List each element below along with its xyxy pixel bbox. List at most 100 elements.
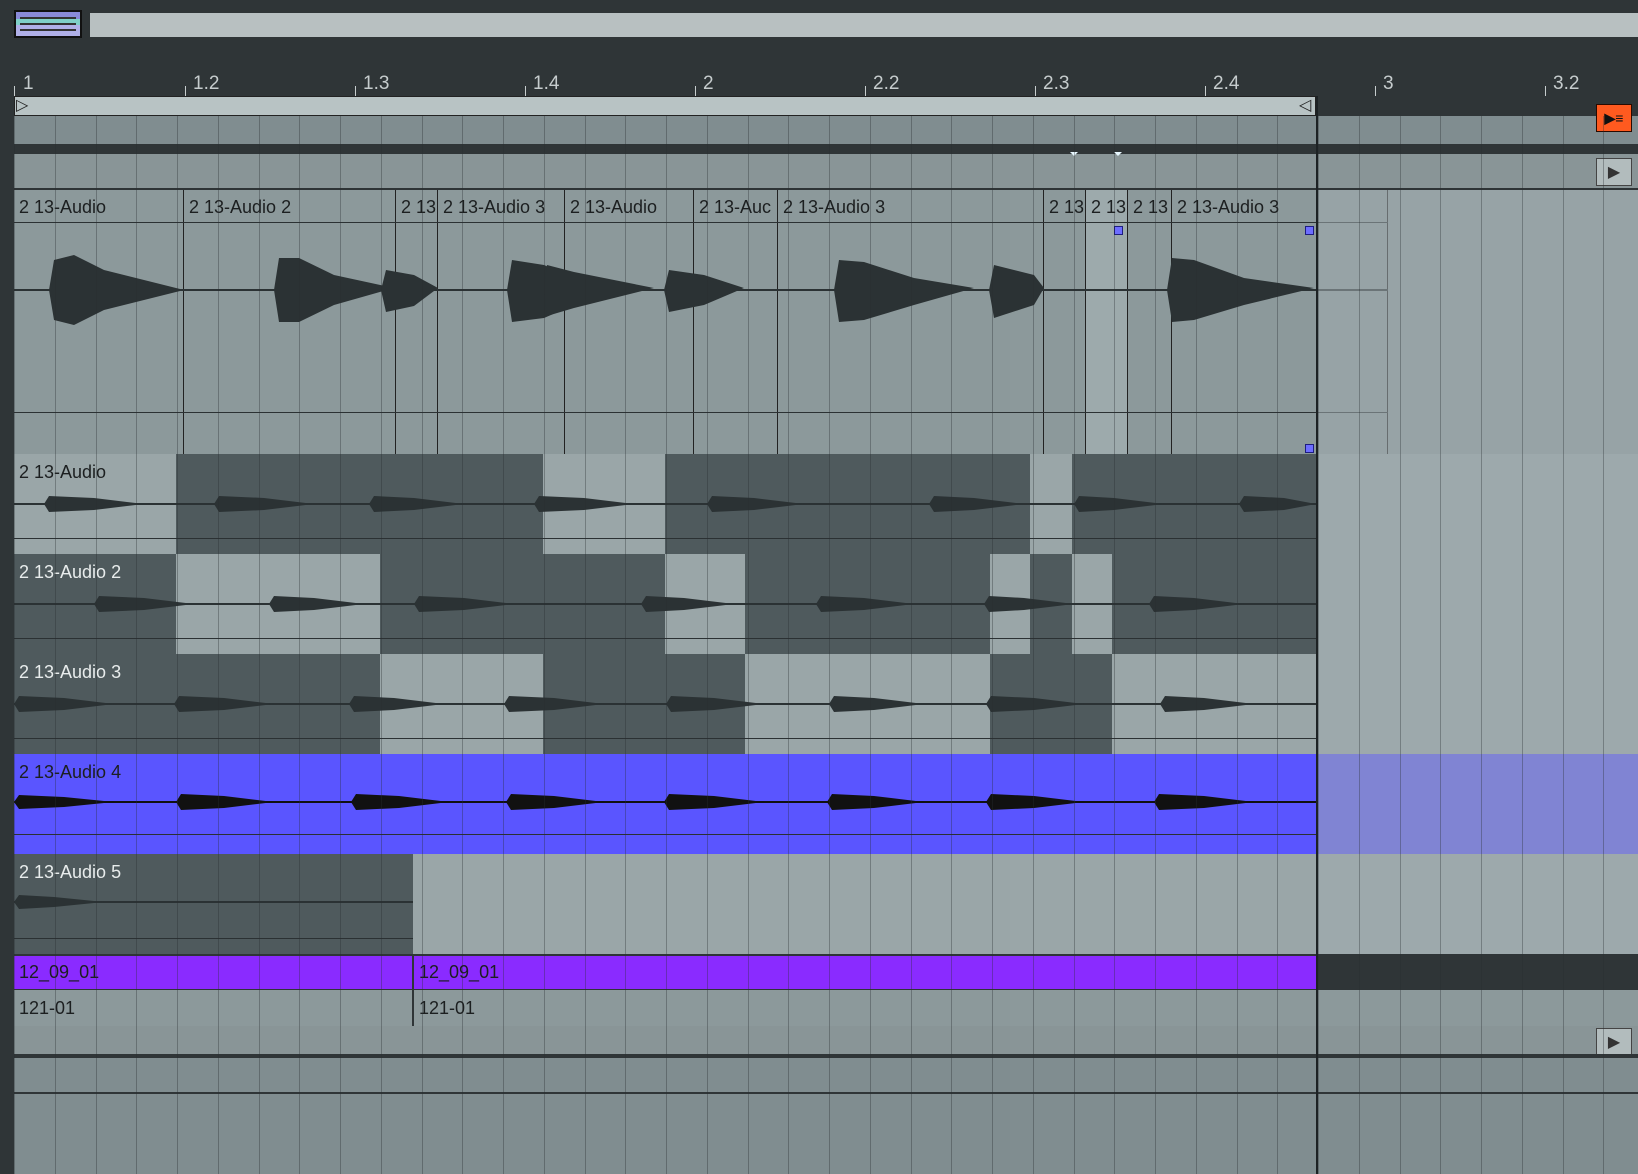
take-waveform (14, 696, 1316, 712)
grid-line (992, 116, 993, 1174)
marker-clip[interactable]: 12_09_01 (14, 956, 414, 989)
play-triangle-icon[interactable]: ▶ (1596, 1028, 1632, 1056)
ruler-label: 2.4 (1213, 73, 1240, 94)
grid-line (136, 116, 137, 1174)
empty-lane[interactable] (14, 1094, 1638, 1174)
ruler-tick (525, 86, 526, 96)
locators-lane[interactable] (14, 116, 1638, 144)
ruler-label: 1.4 (533, 73, 560, 94)
take-waveform (14, 895, 413, 909)
marker-label: 12_09_01 (419, 962, 500, 982)
lane-divider (14, 738, 1316, 739)
marker-lane[interactable]: 121-01 121-01 (14, 990, 1638, 1026)
area-outside-loop (1316, 190, 1638, 954)
loop-end-line (1316, 96, 1318, 1174)
take-lane-label: 2 13-Audio 5 (19, 862, 122, 882)
bottom-scene-lane[interactable] (14, 1026, 1638, 1054)
take-waveform (14, 794, 1316, 810)
overview-strip[interactable] (90, 13, 1638, 37)
grid-line (55, 116, 56, 1174)
marker-flag-icon[interactable] (1114, 152, 1122, 160)
grid-line (462, 116, 463, 1174)
ruler-label: 1.2 (193, 73, 220, 94)
ruler-tick (185, 86, 186, 96)
grid-line (14, 116, 15, 1174)
grid-line (1196, 116, 1197, 1174)
marker-label: 121-01 (19, 998, 76, 1018)
grid-line (218, 116, 219, 1174)
loop-start-icon[interactable]: ▷ (16, 97, 28, 115)
ruler-tick (1375, 86, 1376, 96)
ruler-label: 3 (1383, 73, 1394, 94)
clip-handle[interactable] (1305, 444, 1314, 453)
lane-divider (14, 538, 1316, 539)
take-lane-label: 2 13-Audio (19, 462, 107, 482)
grid-line (585, 116, 586, 1174)
clip-handle[interactable] (1114, 226, 1123, 235)
grid-line (1359, 116, 1360, 1174)
take-lane-label: 2 13-Audio 4 (19, 762, 122, 782)
marker-clip[interactable]: 121-01 (14, 990, 414, 1026)
grid-line (503, 116, 504, 1174)
clip-label: 2 13-Auc (699, 197, 772, 217)
grid-line (1074, 116, 1075, 1174)
take-lane-label: 2 13-Audio 3 (19, 662, 122, 682)
grid-line (1033, 116, 1034, 1174)
play-triangle-icon[interactable]: ▶ (1596, 158, 1632, 186)
clip-label: 2 13 (1049, 197, 1085, 217)
clip-label: 2 13 (401, 197, 437, 217)
scene-marker-lane[interactable] (14, 154, 1638, 188)
marker-lane[interactable]: 12_09_01 12_09_01 (14, 954, 1638, 990)
lane-divider (14, 834, 1316, 835)
play-list-icon[interactable]: ▶≡ (1596, 104, 1632, 132)
envelope-line (14, 412, 1388, 413)
ruler-label: 3.2 (1553, 73, 1580, 94)
grid-line (1277, 116, 1278, 1174)
grid-line (1481, 116, 1482, 1174)
grid-line (1440, 116, 1441, 1174)
ruler-tick (695, 86, 696, 96)
ruler-tick (865, 86, 866, 96)
grid-line (1563, 116, 1564, 1174)
lane-divider (14, 638, 1316, 639)
marker-label: 121-01 (419, 998, 476, 1018)
clip-label: 2 13 (1091, 197, 1127, 217)
lane-divider (14, 938, 413, 939)
grid-line (1155, 116, 1156, 1174)
clip-label: 2 13-Audio (19, 197, 107, 217)
marker-label: 12_09_01 (19, 962, 100, 982)
beat-time-ruler[interactable] (14, 38, 1638, 96)
take-lane-label: 2 13-Audio 2 (19, 562, 122, 582)
grid-line (544, 116, 545, 1174)
grid-line (1522, 116, 1523, 1174)
loop-bar-background (1316, 96, 1638, 116)
ruler-tick (1205, 86, 1206, 96)
loop-end-icon[interactable]: ◁ (1299, 97, 1311, 115)
grid-line (1400, 116, 1401, 1174)
grid-line (1237, 116, 1238, 1174)
grid-line (788, 116, 789, 1174)
grid-line (259, 116, 260, 1174)
grid-line (422, 116, 423, 1174)
grid-line (666, 116, 667, 1174)
ruler-tick (1035, 86, 1036, 96)
grid-line (951, 116, 952, 1174)
grid-line (1318, 116, 1319, 1174)
marker-clip[interactable]: 121-01 (414, 990, 1316, 1026)
clip-label: 2 13-Audio 3 (1177, 197, 1280, 217)
ruler-tick (1545, 86, 1546, 96)
clip-handle[interactable] (1305, 226, 1314, 235)
grid-line (1603, 116, 1604, 1174)
marker-clip[interactable]: 12_09_01 (414, 956, 1316, 989)
ruler-label: 1 (23, 73, 34, 94)
clip-label: 2 13-Audio 2 (189, 197, 292, 217)
ruler-label: 2.2 (873, 73, 900, 94)
grid-line (1114, 116, 1115, 1174)
ruler-label: 2 (703, 73, 714, 94)
grid-line (911, 116, 912, 1174)
clip-label: 2 13-Audio (570, 197, 658, 217)
empty-lane[interactable] (14, 1058, 1638, 1092)
ruler-label: 1.3 (363, 73, 390, 94)
overview-thumbnail[interactable] (14, 10, 82, 38)
loop-brace[interactable] (14, 96, 1316, 116)
